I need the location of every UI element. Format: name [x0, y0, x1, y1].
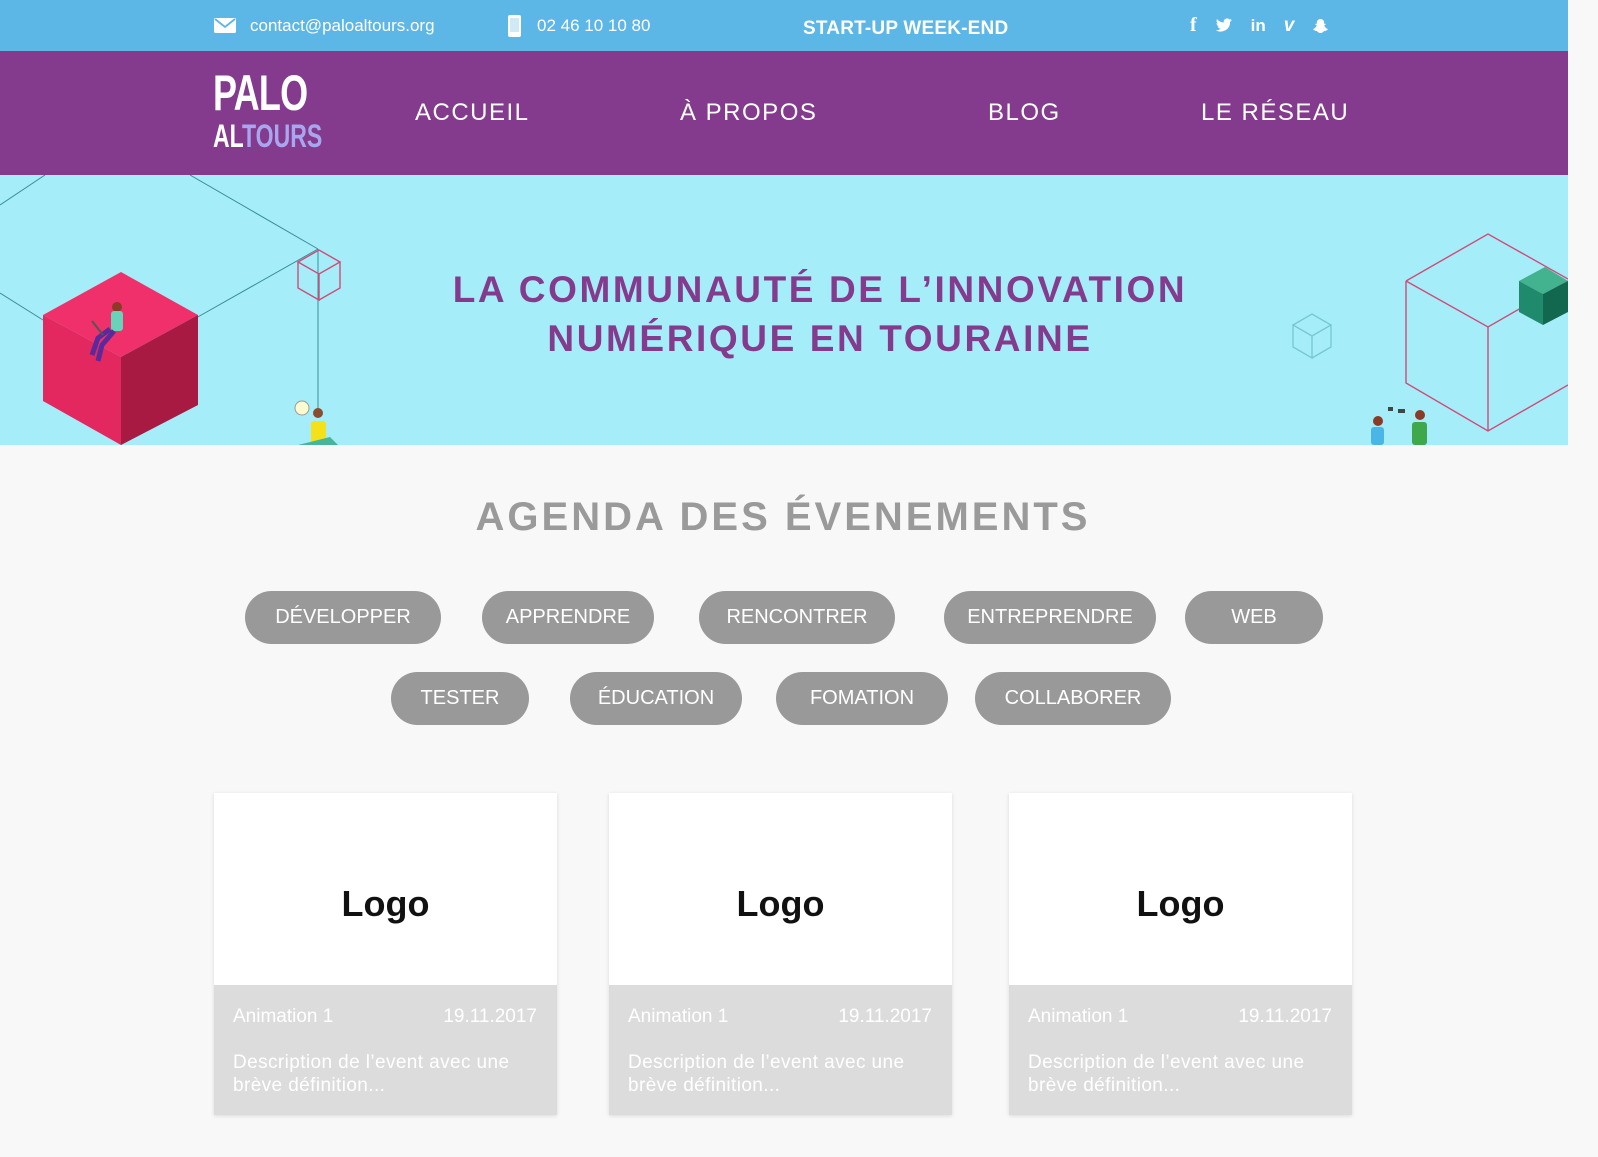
event-logo-placeholder: Logo — [736, 883, 825, 924]
tag-web[interactable]: WEB — [1185, 591, 1323, 644]
event-description: Description de l’event avec une brève dé… — [233, 1052, 510, 1096]
event-name: Animation 1 — [233, 1006, 334, 1027]
tag-developper[interactable]: DÉVELOPPER — [245, 591, 441, 644]
event-info: Animation 1 19.11.2017 Description de l’… — [214, 985, 557, 1115]
event-date: 19.11.2017 — [838, 1006, 932, 1027]
logo-line2: ALTOURS — [213, 120, 322, 152]
tag-tester[interactable]: TESTER — [391, 672, 529, 725]
event-date: 19.11.2017 — [443, 1006, 537, 1027]
palo-altours-logo[interactable]: PALO ALTOURS — [213, 68, 365, 152]
phone-icon — [508, 14, 521, 37]
main-nav: PALO ALTOURS ACCUEIL À PROPOS BLOG LE RÉ… — [0, 51, 1568, 175]
event-card[interactable]: Logo Animation 1 19.11.2017 Description … — [214, 793, 557, 1115]
phone-text: 02 46 10 10 80 — [537, 15, 651, 35]
event-logo-placeholder: Logo — [1136, 883, 1225, 924]
tag-rencontrer[interactable]: RENCONTRER — [699, 591, 895, 644]
tag-education[interactable]: ÉDUCATION — [570, 672, 742, 725]
hero-title: LA COMMUNAUTÉ DE L’INNOVATION NUMÉRIQUE … — [0, 265, 1568, 363]
event-logo-placeholder: Logo — [341, 883, 430, 924]
nav-link-le-reseau[interactable]: LE RÉSEAU — [1201, 99, 1349, 127]
person-with-lightbulb — [294, 400, 338, 445]
event-date: 19.11.2017 — [1238, 1006, 1332, 1027]
tag-entreprendre[interactable]: ENTREPRENDRE — [944, 591, 1156, 644]
event-info: Animation 1 19.11.2017 Description de l’… — [1009, 985, 1352, 1115]
envelope-icon — [214, 18, 236, 33]
event-card[interactable]: Logo Animation 1 19.11.2017 Description … — [1009, 793, 1352, 1115]
nav-link-blog[interactable]: BLOG — [988, 99, 1061, 127]
agenda-title: AGENDA DES ÉVENEMENTS — [475, 495, 1091, 539]
event-description: Description de l’event avec une brève dé… — [628, 1052, 905, 1096]
tag-collaborer[interactable]: COLLABORER — [975, 672, 1171, 725]
hero-banner: LA COMMUNAUTÉ DE L’INNOVATION NUMÉRIQUE … — [0, 175, 1568, 445]
tag-apprendre[interactable]: APPRENDRE — [482, 591, 654, 644]
startup-weekend-link[interactable]: START-UP WEEK-END — [803, 3, 1008, 54]
event-description: Description de l’event avec une brève dé… — [1028, 1052, 1305, 1096]
logo-line2-a: AL — [213, 118, 243, 154]
top-bar: contact@paloaltours.org 02 46 10 10 80 S… — [0, 0, 1568, 51]
social-links: f in v — [1190, 0, 1329, 51]
contact-email[interactable]: contact@paloaltours.org — [214, 0, 435, 51]
hero-title-line2: NUMÉRIQUE EN TOURAINE — [547, 318, 1093, 359]
linkedin-icon[interactable]: in — [1251, 16, 1266, 36]
people-chatting — [1371, 407, 1427, 445]
hero-title-line1: LA COMMUNAUTÉ DE L’INNOVATION — [452, 269, 1188, 310]
email-text: contact@paloaltours.org — [250, 15, 435, 35]
event-info: Animation 1 19.11.2017 Description de l’… — [609, 985, 952, 1115]
event-card[interactable]: Logo Animation 1 19.11.2017 Description … — [609, 793, 952, 1115]
facebook-icon[interactable]: f — [1190, 14, 1197, 37]
nav-link-accueil[interactable]: ACCUEIL — [415, 99, 530, 127]
tag-fomation[interactable]: FOMATION — [776, 672, 948, 725]
nav-link-a-propos[interactable]: À PROPOS — [680, 99, 817, 127]
event-name: Animation 1 — [628, 1006, 729, 1027]
event-name: Animation 1 — [1028, 1006, 1129, 1027]
vimeo-icon[interactable]: v — [1284, 15, 1295, 37]
snapchat-icon[interactable] — [1312, 18, 1329, 34]
twitter-icon[interactable] — [1215, 18, 1233, 33]
logo-line1: PALO — [213, 65, 308, 121]
logo-line2-b: TOURS — [242, 118, 323, 154]
contact-phone[interactable]: 02 46 10 10 80 — [508, 0, 650, 51]
